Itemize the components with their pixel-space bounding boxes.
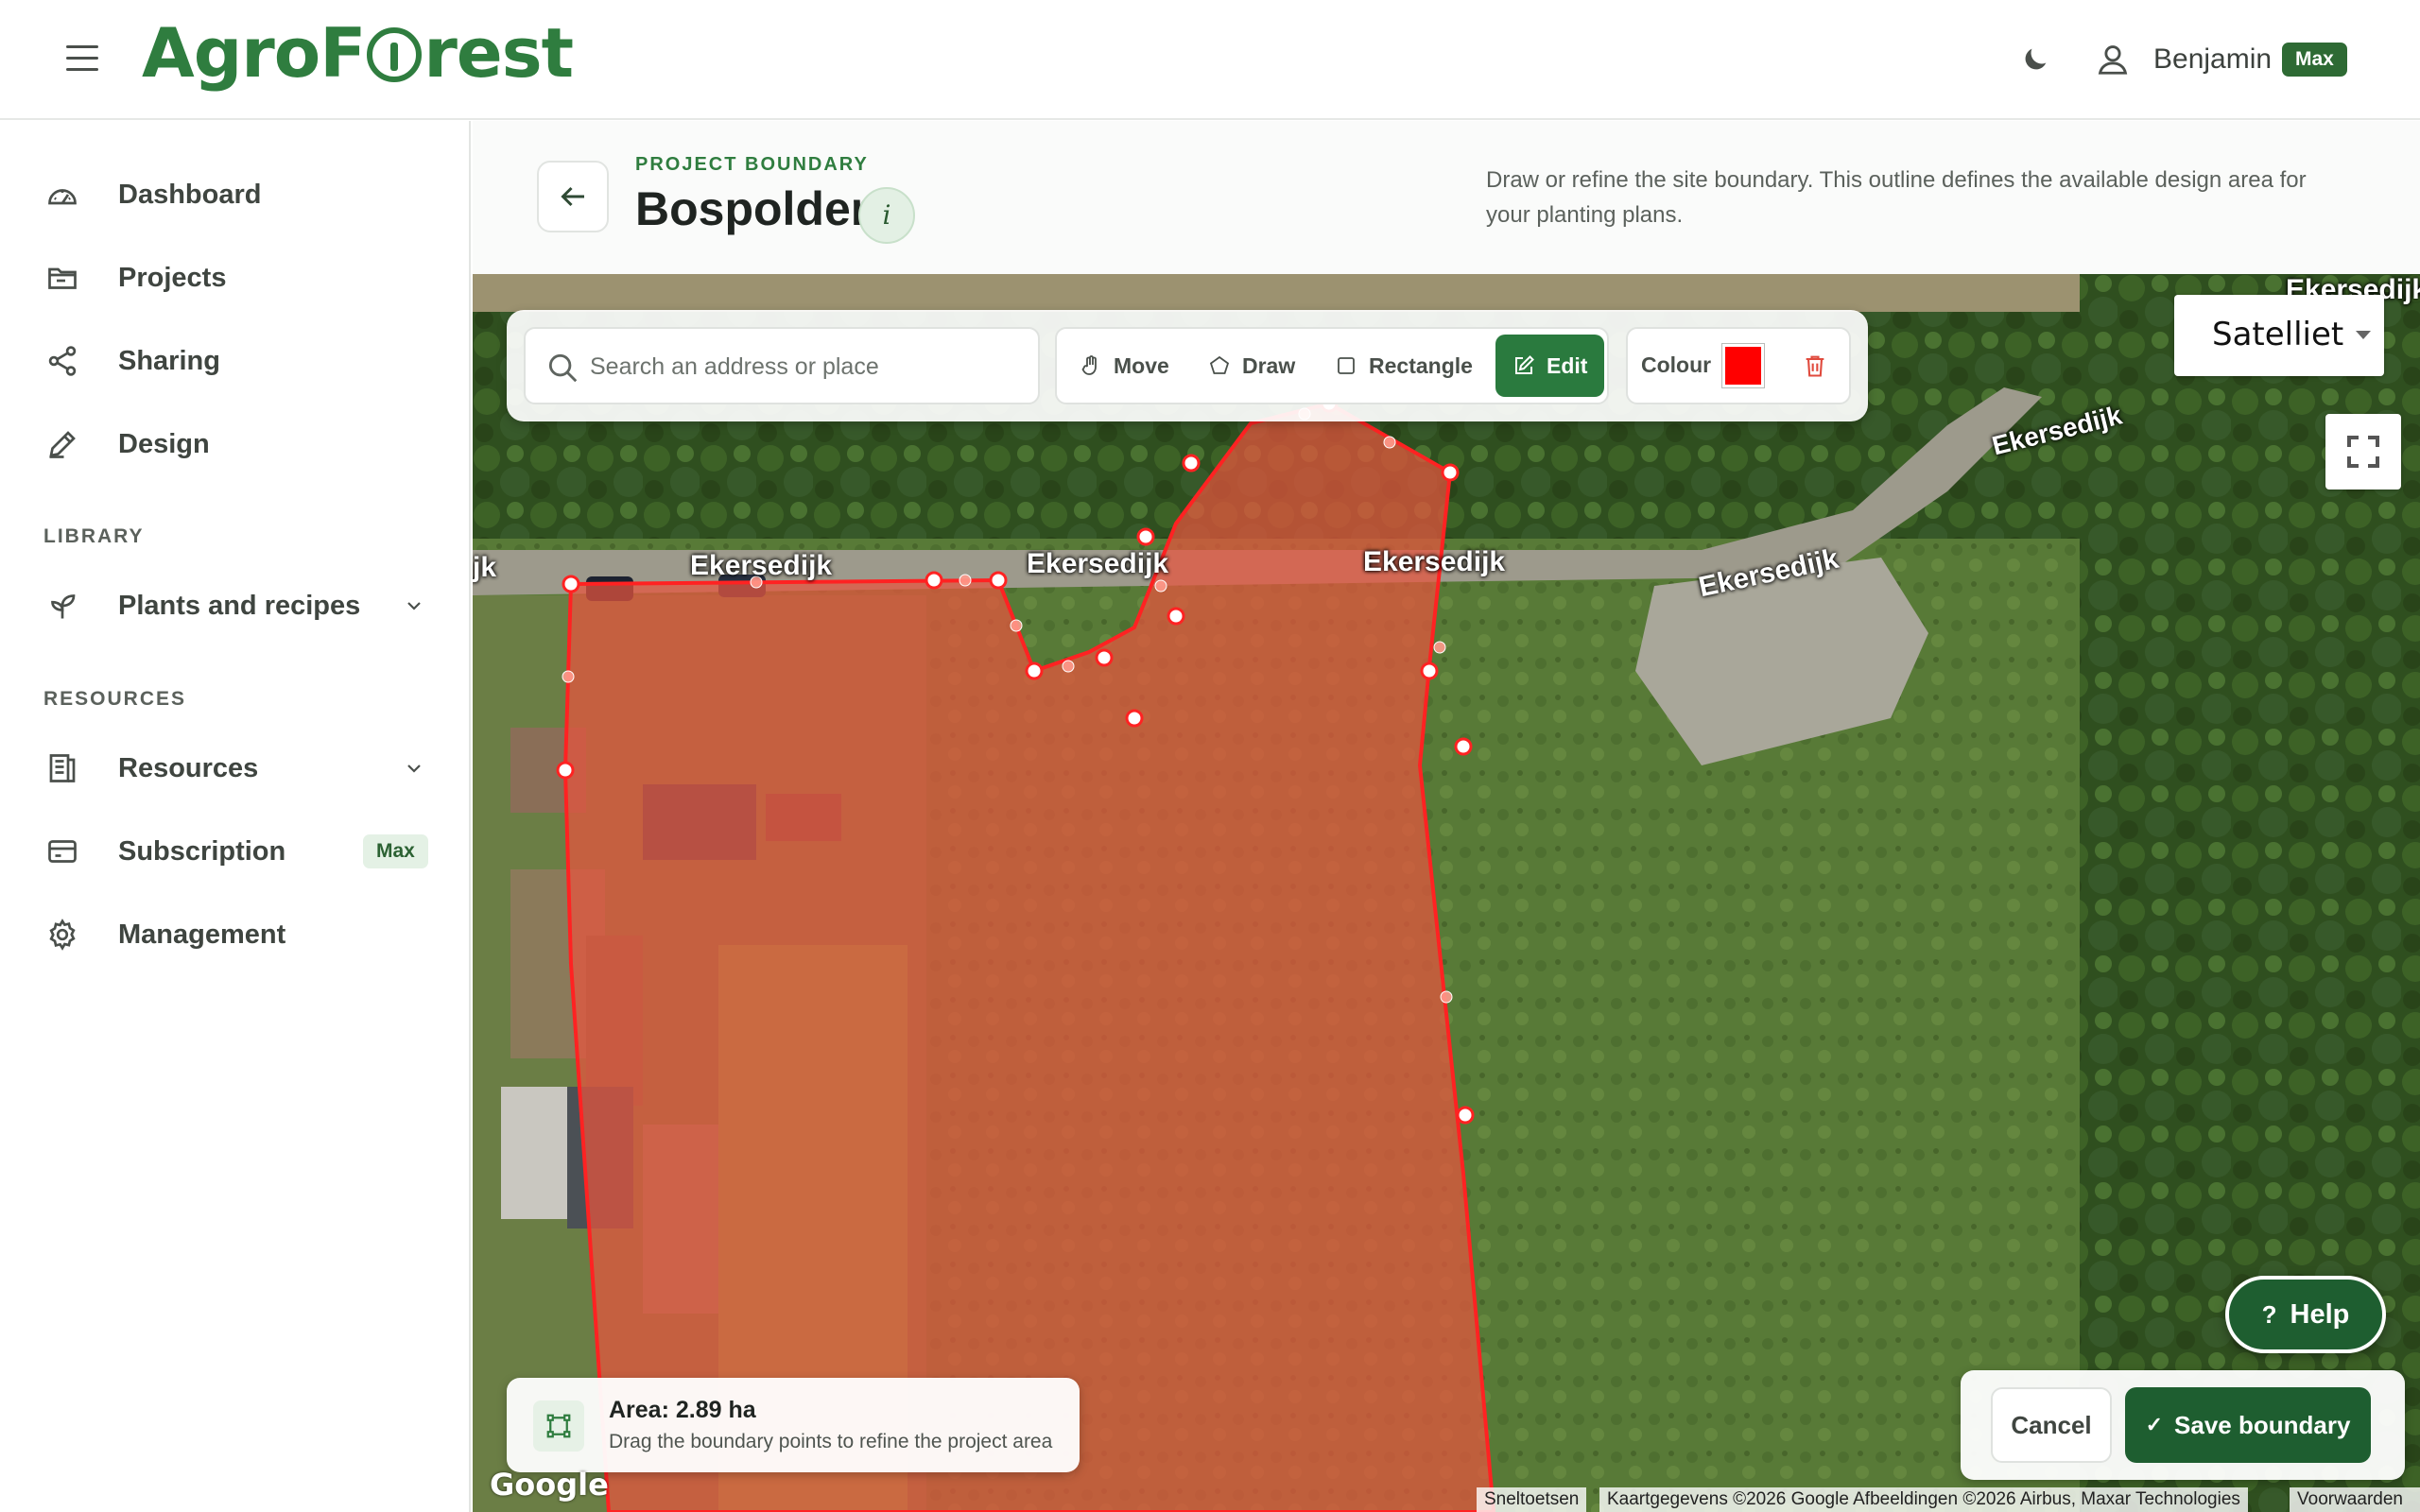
search-box[interactable] xyxy=(524,327,1040,404)
fullscreen-button[interactable] xyxy=(2325,414,2401,490)
search-icon xyxy=(548,353,578,383)
road-label: Ekersedijk xyxy=(690,550,833,581)
tool-rectangle-label: Rectangle xyxy=(1369,352,1473,378)
road-label: Ekersedijk xyxy=(1363,546,1506,577)
fullscreen-icon xyxy=(2347,436,2379,468)
page-title: Bospolder xyxy=(635,182,870,235)
brand-suffix: rest xyxy=(424,13,574,93)
question-icon: ? xyxy=(2261,1299,2277,1329)
tool-rectangle-button[interactable]: Rectangle xyxy=(1335,335,1473,397)
road-label: jk xyxy=(473,552,497,583)
map-type-select[interactable]: Satelliet xyxy=(2174,295,2384,376)
sidebar-item-label: Management xyxy=(118,919,286,950)
tool-move-button[interactable]: Move xyxy=(1080,335,1169,397)
tool-draw-button[interactable]: Draw xyxy=(1208,335,1295,397)
cancel-button[interactable]: Cancel xyxy=(1991,1387,2112,1463)
tool-move-label: Move xyxy=(1114,352,1169,378)
gear-icon xyxy=(49,919,76,951)
folder-icon xyxy=(48,267,77,289)
user-icon[interactable] xyxy=(2095,42,2131,77)
pentagon-icon xyxy=(1209,355,1230,374)
tool-draw-label: Draw xyxy=(1242,352,1296,378)
search-input[interactable] xyxy=(590,342,1025,391)
sprout-icon xyxy=(51,594,76,619)
dashboard-gauge-icon xyxy=(48,189,77,205)
help-label: Help xyxy=(2290,1298,2350,1330)
book-icon xyxy=(49,754,76,782)
sidebar-item-projects[interactable]: Projects xyxy=(0,244,471,312)
chevron-down-icon[interactable] xyxy=(403,757,425,780)
save-boundary-button[interactable]: ✓ Save boundary xyxy=(2125,1387,2371,1463)
card-icon xyxy=(48,840,77,863)
map-attribution: Kaartgegevens ©2026 Google Afbeeldingen … xyxy=(1599,1487,2248,1512)
sidebar-item-plants-and-recipes[interactable]: Plants and recipes xyxy=(0,572,471,640)
hand-icon xyxy=(1081,355,1097,375)
section-label-library: LIBRARY xyxy=(43,525,145,547)
user-name[interactable]: Benjamin xyxy=(2153,43,2272,76)
sidebar-item-label: Design xyxy=(118,428,210,459)
arrow-left-icon xyxy=(561,186,584,207)
road-label: Ekersedijk xyxy=(1027,548,1169,579)
sidebar-item-management[interactable]: Management xyxy=(0,901,471,969)
tool-edit-label: Edit xyxy=(1547,352,1588,378)
sidebar-item-label: Sharing xyxy=(118,345,220,376)
back-button[interactable] xyxy=(537,161,609,232)
sidebar-item-dashboard[interactable]: Dashboard xyxy=(0,161,471,229)
sidebar-item-sharing[interactable]: Sharing xyxy=(0,327,471,395)
chevron-down-icon xyxy=(2356,331,2371,339)
keyboard-shortcuts-link[interactable]: Sneltoetsen xyxy=(1477,1487,1587,1512)
sidebar-item-design[interactable]: Design xyxy=(0,410,471,478)
sidebar-item-resources[interactable]: Resources xyxy=(0,734,471,802)
area-value: Area: 2.89 ha xyxy=(609,1397,756,1423)
google-logo[interactable]: Google xyxy=(490,1467,609,1503)
sidebar-item-label: Dashboard xyxy=(118,179,262,210)
colour-swatch[interactable] xyxy=(1722,344,1764,387)
sidebar-item-label: Resources xyxy=(118,752,259,783)
tool-edit-button[interactable]: Edit xyxy=(1495,335,1605,397)
page-description: Draw or refine the site boundary. This o… xyxy=(1486,167,2307,228)
sidebar-item-label: Subscription xyxy=(118,835,286,867)
sidebar: Dashboard Projects Sharing Design LIBRAR… xyxy=(0,121,471,1512)
check-icon: ✓ xyxy=(2145,1413,2164,1436)
map-type-label: Satelliet xyxy=(2212,316,2344,353)
sidebar-item-subscription[interactable]: Subscription Max xyxy=(0,817,471,885)
save-boundary-label: Save boundary xyxy=(2174,1410,2351,1439)
area-card xyxy=(507,1378,1080,1472)
square-icon xyxy=(1338,357,1355,374)
edit-icon xyxy=(1515,355,1534,374)
section-label-resources: RESOURCES xyxy=(43,688,187,710)
pencil-icon xyxy=(49,431,76,458)
subscription-badge: Max xyxy=(363,834,428,868)
map-canvas[interactable]: jk Ekersedijk Ekersedijk Ekersedijk Eker… xyxy=(473,274,2420,1512)
brand-prefix: AgroF xyxy=(142,13,366,93)
sidebar-item-label: Plants and recipes xyxy=(118,590,361,621)
colour-label: Colour xyxy=(1641,352,1712,377)
brand-logo[interactable]: AgroF rest xyxy=(142,13,574,93)
chevron-down-icon[interactable] xyxy=(403,594,425,617)
area-shape-icon xyxy=(533,1400,584,1452)
page-eyebrow: PROJECT BOUNDARY xyxy=(635,154,869,175)
plan-badge: Max xyxy=(2282,43,2347,77)
tree-logo-icon xyxy=(367,27,423,82)
sidebar-item-label: Projects xyxy=(118,262,227,293)
boundary-polygon[interactable] xyxy=(473,274,2420,1512)
info-button[interactable]: i xyxy=(858,187,915,244)
help-button[interactable]: ? Help xyxy=(2225,1276,2386,1353)
menu-icon[interactable] xyxy=(66,45,98,72)
moon-icon[interactable] xyxy=(2019,43,2051,76)
trash-icon[interactable] xyxy=(1802,352,1828,380)
terms-link[interactable]: Voorwaarden xyxy=(2290,1487,2420,1512)
area-hint: Drag the boundary points to refine the p… xyxy=(609,1431,1053,1452)
share-icon xyxy=(48,346,77,376)
top-bar: AgroF rest Benjamin Max xyxy=(0,0,2420,120)
